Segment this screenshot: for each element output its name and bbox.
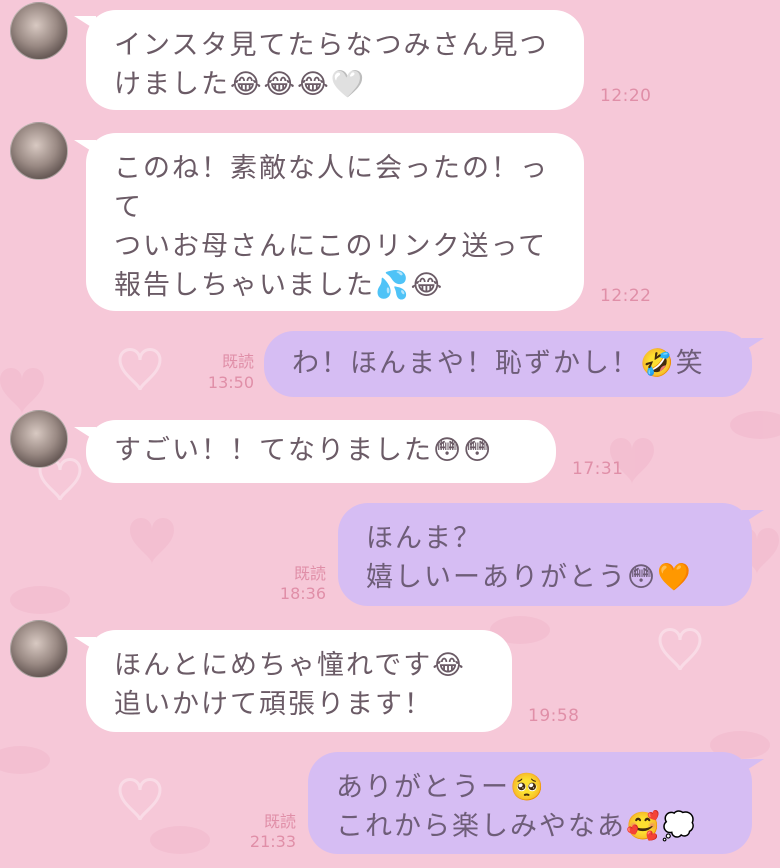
message-timestamp: 17:31 — [572, 459, 624, 479]
bubble-tail — [742, 759, 764, 773]
read-receipt: 既読 — [263, 812, 296, 831]
message-timestamp: 13:50 — [207, 373, 254, 392]
message-timestamp: 12:22 — [600, 286, 652, 306]
read-receipt: 既読 — [293, 564, 326, 583]
bubble-tail — [742, 510, 764, 524]
outgoing-message[interactable]: ありがとうー🥺 これから楽しみやなあ🥰💭 — [308, 752, 752, 854]
sender-avatar[interactable] — [10, 410, 68, 468]
read-receipt: 既読 — [221, 352, 254, 371]
outgoing-message[interactable]: わ！ほんまや！恥ずかし！🤣笑 — [264, 331, 752, 397]
message-timestamp: 18:36 — [279, 584, 326, 603]
outgoing-message[interactable]: ほんま？ 嬉しいーありがとう😳🧡 — [338, 503, 752, 606]
incoming-message[interactable]: ほんとにめちゃ憧れです😂 追いかけて頑張ります！ — [86, 630, 512, 732]
incoming-message[interactable]: このね！素敵な人に会ったの！っ て ついお母さんにこのリンク送って 報告しちゃい… — [86, 133, 584, 311]
sender-avatar[interactable] — [10, 620, 68, 678]
message-timestamp: 12:20 — [600, 86, 652, 106]
message-timestamp: 19:58 — [528, 706, 580, 726]
bubble-tail — [742, 338, 764, 352]
sender-avatar[interactable] — [10, 122, 68, 180]
incoming-message[interactable]: すごい！！てなりました😳😳 — [86, 420, 556, 483]
message-timestamp: 21:33 — [249, 832, 296, 851]
incoming-message[interactable]: インスタ見てたらなつみさん見つ けました😂😂😂🤍 — [86, 10, 584, 110]
sender-avatar[interactable] — [10, 2, 68, 60]
